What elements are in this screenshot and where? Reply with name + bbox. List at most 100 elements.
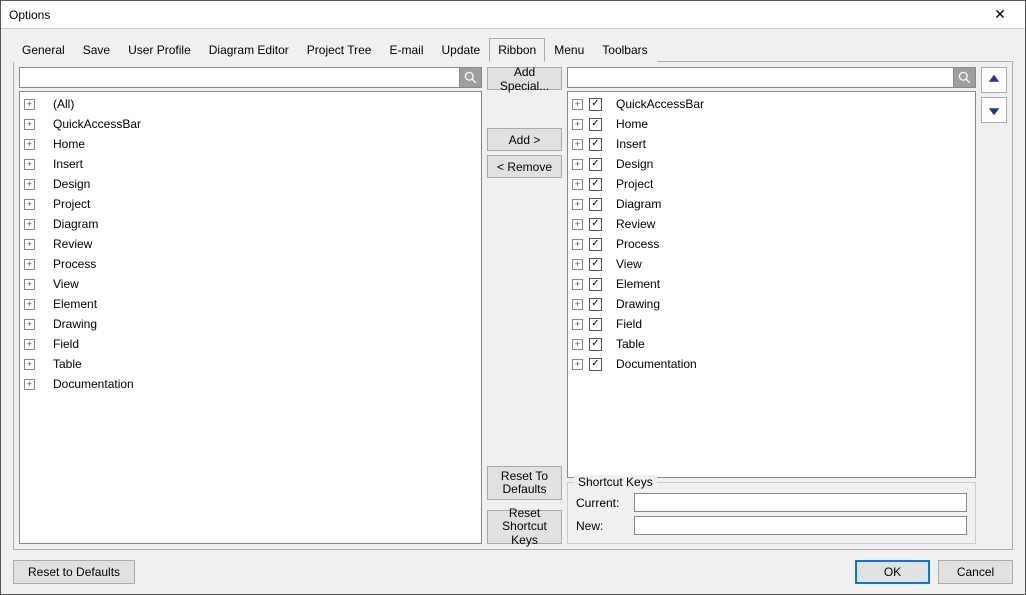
left-search-input[interactable] <box>19 67 459 88</box>
tree-item[interactable]: +✓Home <box>568 114 975 134</box>
expand-icon[interactable]: + <box>24 179 35 190</box>
tree-item[interactable]: +✓Insert <box>568 134 975 154</box>
tree-item[interactable]: +✓Element <box>568 274 975 294</box>
move-down-button[interactable] <box>981 97 1007 123</box>
current-shortcut-input[interactable] <box>634 493 967 512</box>
checkbox[interactable]: ✓ <box>589 358 602 371</box>
expand-icon[interactable]: + <box>572 239 583 250</box>
expand-icon[interactable]: + <box>24 219 35 230</box>
reset-to-defaults-button[interactable]: Reset to Defaults <box>13 560 135 584</box>
search-icon[interactable] <box>953 67 976 88</box>
tree-item[interactable]: +Insert <box>20 154 481 174</box>
tab-ribbon[interactable]: Ribbon <box>489 38 545 62</box>
expand-icon[interactable]: + <box>572 279 583 290</box>
reset-to-defaults-small-button[interactable]: Reset To Defaults <box>487 466 562 500</box>
expand-icon[interactable]: + <box>572 359 583 370</box>
checkbox[interactable]: ✓ <box>589 258 602 271</box>
checkbox[interactable]: ✓ <box>589 318 602 331</box>
tree-item[interactable]: +QuickAccessBar <box>20 114 481 134</box>
expand-icon[interactable]: + <box>572 159 583 170</box>
tab-e-mail[interactable]: E-mail <box>380 38 432 62</box>
checkbox[interactable]: ✓ <box>589 98 602 111</box>
checkbox[interactable]: ✓ <box>589 138 602 151</box>
selected-commands-tree[interactable]: +✓QuickAccessBar+✓Home+✓Insert+✓Design+✓… <box>567 91 976 478</box>
available-commands-tree[interactable]: +(All)+QuickAccessBar+Home+Insert+Design… <box>19 91 482 544</box>
checkbox[interactable]: ✓ <box>589 298 602 311</box>
checkbox[interactable]: ✓ <box>589 238 602 251</box>
expand-icon[interactable]: + <box>572 199 583 210</box>
checkbox[interactable]: ✓ <box>589 218 602 231</box>
tree-item[interactable]: +Field <box>20 334 481 354</box>
reset-shortcut-keys-button[interactable]: Reset Shortcut Keys <box>487 510 562 544</box>
tab-menu[interactable]: Menu <box>545 38 593 62</box>
close-icon[interactable]: ✕ <box>983 6 1017 23</box>
expand-icon[interactable]: + <box>24 99 35 110</box>
tree-item[interactable]: +✓Documentation <box>568 354 975 374</box>
expand-icon[interactable]: + <box>572 119 583 130</box>
expand-icon[interactable]: + <box>572 179 583 190</box>
tree-item[interactable]: +Design <box>20 174 481 194</box>
tree-item[interactable]: +✓View <box>568 254 975 274</box>
tree-item[interactable]: +Diagram <box>20 214 481 234</box>
new-shortcut-input[interactable] <box>634 516 967 535</box>
tree-item[interactable]: +✓Table <box>568 334 975 354</box>
expand-icon[interactable]: + <box>572 299 583 310</box>
checkbox[interactable]: ✓ <box>589 338 602 351</box>
tab-toolbars[interactable]: Toolbars <box>593 38 656 62</box>
expand-icon[interactable]: + <box>24 379 35 390</box>
add-button[interactable]: Add > <box>487 128 562 151</box>
tree-item[interactable]: +✓Diagram <box>568 194 975 214</box>
tree-item[interactable]: +✓Process <box>568 234 975 254</box>
tree-item[interactable]: +(All) <box>20 94 481 114</box>
expand-icon[interactable]: + <box>24 159 35 170</box>
right-search-input[interactable] <box>567 67 953 88</box>
checkbox[interactable]: ✓ <box>589 198 602 211</box>
tab-project-tree[interactable]: Project Tree <box>298 38 381 62</box>
checkbox[interactable]: ✓ <box>589 178 602 191</box>
expand-icon[interactable]: + <box>24 139 35 150</box>
tree-item[interactable]: +✓Drawing <box>568 294 975 314</box>
expand-icon[interactable]: + <box>24 339 35 350</box>
tree-item[interactable]: +Documentation <box>20 374 481 394</box>
tree-item[interactable]: +✓Field <box>568 314 975 334</box>
tab-user-profile[interactable]: User Profile <box>119 38 200 62</box>
tree-item[interactable]: +Element <box>20 294 481 314</box>
checkbox[interactable]: ✓ <box>589 278 602 291</box>
expand-icon[interactable]: + <box>24 119 35 130</box>
expand-icon[interactable]: + <box>572 319 583 330</box>
expand-icon[interactable]: + <box>572 259 583 270</box>
expand-icon[interactable]: + <box>24 239 35 250</box>
tree-item[interactable]: +Drawing <box>20 314 481 334</box>
tree-item[interactable]: +View <box>20 274 481 294</box>
expand-icon[interactable]: + <box>24 359 35 370</box>
tab-update[interactable]: Update <box>433 38 490 62</box>
expand-icon[interactable]: + <box>572 219 583 230</box>
expand-icon[interactable]: + <box>24 199 35 210</box>
tree-item[interactable]: +✓QuickAccessBar <box>568 94 975 114</box>
expand-icon[interactable]: + <box>24 259 35 270</box>
remove-button[interactable]: < Remove <box>487 155 562 178</box>
checkbox[interactable]: ✓ <box>589 158 602 171</box>
add-special-button[interactable]: Add Special... <box>487 67 562 90</box>
tree-item[interactable]: +Table <box>20 354 481 374</box>
cancel-button[interactable]: Cancel <box>938 560 1013 584</box>
tree-item[interactable]: +✓Review <box>568 214 975 234</box>
search-icon[interactable] <box>459 67 482 88</box>
ok-button[interactable]: OK <box>855 560 930 584</box>
expand-icon[interactable]: + <box>24 279 35 290</box>
tree-item[interactable]: +Project <box>20 194 481 214</box>
tree-item[interactable]: +Home <box>20 134 481 154</box>
tab-diagram-editor[interactable]: Diagram Editor <box>200 38 298 62</box>
tree-item[interactable]: +✓Project <box>568 174 975 194</box>
tree-item[interactable]: +✓Design <box>568 154 975 174</box>
checkbox[interactable]: ✓ <box>589 118 602 131</box>
tree-item[interactable]: +Process <box>20 254 481 274</box>
expand-icon[interactable]: + <box>572 99 583 110</box>
tree-item[interactable]: +Review <box>20 234 481 254</box>
tab-general[interactable]: General <box>13 38 74 62</box>
move-up-button[interactable] <box>981 67 1007 93</box>
expand-icon[interactable]: + <box>572 139 583 150</box>
expand-icon[interactable]: + <box>24 319 35 330</box>
expand-icon[interactable]: + <box>24 299 35 310</box>
tab-save[interactable]: Save <box>74 38 119 62</box>
